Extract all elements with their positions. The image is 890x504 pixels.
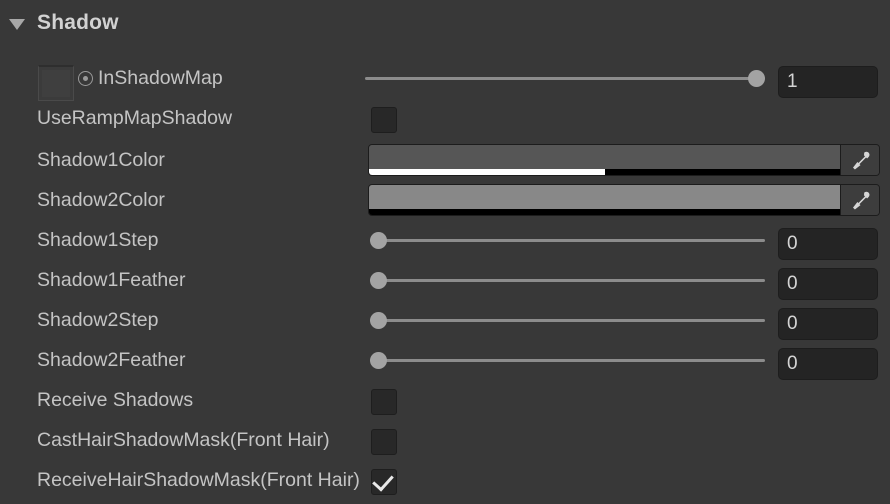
number-field-shadow1-step[interactable]: 0 (778, 228, 878, 260)
texture-slot[interactable] (38, 65, 74, 101)
row-label-shadow1-feather: Shadow1Feather (37, 269, 186, 291)
slider-track (365, 77, 765, 80)
slider-shadow1-feather[interactable] (370, 260, 765, 300)
slider-track (370, 319, 765, 322)
number-field-shadow2-feather[interactable]: 0 (778, 348, 878, 380)
row-label-use-ramp-map-shadow: UseRampMapShadow (37, 107, 233, 129)
row-shadow2-color: Shadow2Color (0, 180, 890, 220)
color-swatch-alpha-track (369, 209, 840, 215)
row-label-shadow2-color: Shadow2Color (37, 189, 165, 211)
color-field-shadow2[interactable] (368, 184, 880, 216)
row-shadow1-feather: Shadow1Feather 0 (0, 260, 890, 300)
number-field-shadow1-feather[interactable]: 0 (778, 268, 878, 300)
row-label-cast-hair-shadow-mask: CastHairShadowMask(Front Hair) (37, 429, 330, 451)
row-shadow2-feather: Shadow2Feather 0 (0, 340, 890, 380)
check-icon (372, 469, 394, 492)
eyedropper-icon[interactable] (840, 185, 879, 215)
color-swatch-shadow1[interactable] (369, 145, 840, 175)
triangle-down-icon[interactable] (9, 18, 25, 30)
checkbox-receive-hair-shadow-mask[interactable] (371, 469, 397, 495)
row-cast-hair-shadow-mask: CastHairShadowMask(Front Hair) (0, 420, 890, 460)
eyedropper-icon[interactable] (840, 145, 879, 175)
shadow-inspector-panel: Shadow InShadowMap 1 UseRampMapShadow Sh… (0, 0, 890, 504)
slider-handle[interactable] (370, 272, 387, 289)
color-swatch-rgb (369, 145, 840, 169)
color-field-shadow1[interactable] (368, 144, 880, 176)
row-use-ramp-map-shadow: UseRampMapShadow (0, 98, 890, 138)
row-receive-hair-shadow-mask: ReceiveHairShadowMask(Front Hair) (0, 460, 890, 500)
slider-shadow2-feather[interactable] (370, 340, 765, 380)
color-swatch-rgb (369, 185, 840, 209)
eyedropper-glyph (853, 191, 870, 210)
row-label-receive-shadows: Receive Shadows (37, 389, 194, 411)
checkbox-cast-hair-shadow-mask[interactable] (371, 429, 397, 455)
row-label-shadow2-step: Shadow2Step (37, 309, 159, 331)
color-swatch-shadow2[interactable] (369, 185, 840, 215)
row-shadow1-step: Shadow1Step 0 (0, 220, 890, 260)
row-label-shadow1-step: Shadow1Step (37, 229, 159, 251)
slider-track (370, 279, 765, 282)
checkbox-receive-shadows[interactable] (371, 389, 397, 415)
slider-shadow2-step[interactable] (370, 300, 765, 340)
slider-in-shadow-map[interactable] (365, 58, 765, 98)
slider-track (370, 239, 765, 242)
color-swatch-alpha-track (369, 169, 840, 175)
number-field-in-shadow-map[interactable]: 1 (778, 66, 878, 98)
radio-target-icon (78, 71, 93, 86)
row-label-shadow2-feather: Shadow2Feather (37, 349, 186, 371)
page-title: Shadow (37, 11, 119, 34)
checkbox-use-ramp-map-shadow[interactable] (371, 107, 397, 133)
texture-slot-preview (42, 70, 70, 97)
row-label-shadow1-color: Shadow1Color (37, 149, 165, 171)
slider-track (370, 359, 765, 362)
row-in-shadow-map: InShadowMap 1 (0, 58, 890, 101)
slider-handle[interactable] (370, 232, 387, 249)
slider-handle[interactable] (370, 312, 387, 329)
eyedropper-glyph (853, 151, 870, 170)
row-label-in-shadow-map: InShadowMap (98, 67, 223, 89)
shadow-section-header[interactable]: Shadow (0, 0, 890, 46)
slider-shadow1-step[interactable] (370, 220, 765, 260)
slider-handle[interactable] (370, 352, 387, 369)
number-field-shadow2-step[interactable]: 0 (778, 308, 878, 340)
slider-handle[interactable] (748, 70, 765, 87)
row-receive-shadows: Receive Shadows (0, 380, 890, 420)
row-label-receive-hair-shadow-mask: ReceiveHairShadowMask(Front Hair) (37, 469, 360, 491)
row-shadow2-step: Shadow2Step 0 (0, 300, 890, 340)
row-shadow1-color: Shadow1Color (0, 140, 890, 180)
color-swatch-alpha-fill (369, 169, 605, 175)
